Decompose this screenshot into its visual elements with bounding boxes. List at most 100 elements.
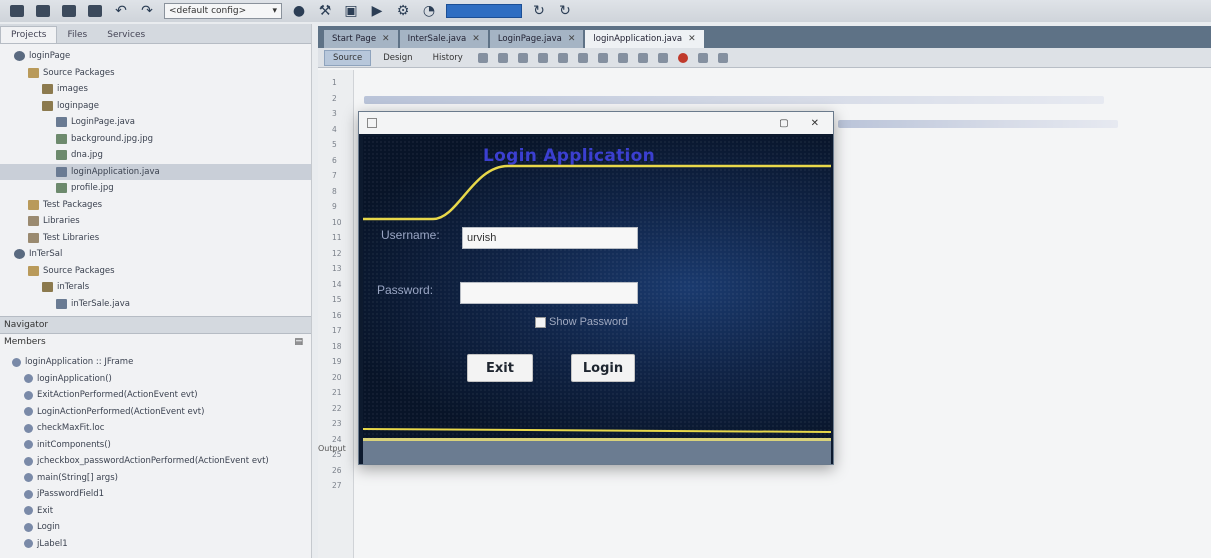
tab-projects[interactable]: Projects <box>0 26 58 43</box>
bookmark-icon[interactable] <box>597 52 608 63</box>
method-icon <box>24 440 33 450</box>
find-next-icon[interactable] <box>557 52 568 63</box>
source-subtab[interactable]: Source <box>324 49 372 66</box>
profile-icon[interactable]: ◔ <box>420 3 438 19</box>
chevron-down-icon: ▾ <box>272 6 277 16</box>
navigator-member[interactable]: jLabel1 <box>0 536 311 553</box>
tree-item[interactable]: loginpage <box>0 98 311 115</box>
close-tab-icon[interactable]: ✕ <box>472 34 480 44</box>
tree-item[interactable]: background.jpg.jpg <box>0 131 311 148</box>
output-label[interactable]: Output <box>318 444 346 453</box>
tree-item[interactable]: Libraries <box>0 213 311 230</box>
back-icon[interactable] <box>477 52 488 63</box>
shift-left-icon[interactable] <box>617 52 628 63</box>
editor-tab[interactable]: loginApplication.java ✕ <box>585 30 704 48</box>
debug-icon[interactable]: ⚙ <box>394 3 412 19</box>
navigator-member[interactable]: jcheckbox_passwordActionPerformed(Action… <box>0 453 311 470</box>
history-subtab[interactable]: History <box>425 51 471 65</box>
navigator-member[interactable]: loginApplication :: JFrame <box>0 354 311 371</box>
uncomment-icon[interactable] <box>717 52 728 63</box>
tree-item[interactable]: inTerSale.java <box>0 296 311 313</box>
find-previous-icon[interactable] <box>537 52 548 63</box>
config-select[interactable]: <default config> ▾ <box>164 3 282 19</box>
tree-item[interactable]: Source Packages <box>0 263 311 280</box>
tree-item[interactable]: LoginPage.java <box>0 114 311 131</box>
navigator-member[interactable]: checkMaxFit.loc <box>0 420 311 437</box>
editor-tab[interactable]: Start Page ✕ <box>324 30 398 48</box>
member-label: jPasswordField1 <box>37 489 105 500</box>
tree-item-label: LoginPage.java <box>71 117 136 128</box>
undo-icon[interactable]: ↶ <box>112 3 130 19</box>
find-icon[interactable] <box>517 52 528 63</box>
save-all-icon[interactable] <box>60 3 78 19</box>
tree-item[interactable]: dna.jpg <box>0 147 311 164</box>
tree-item-label: background.jpg.jpg <box>71 133 153 144</box>
tree-item[interactable]: Source Packages <box>0 65 311 82</box>
run-icon[interactable]: ▶ <box>368 3 386 19</box>
tree-item[interactable]: InTerSal <box>0 246 311 263</box>
projects-panel: Projects Files Services loginPage Source … <box>0 24 312 558</box>
filter-icon[interactable]: ▤ <box>294 337 303 347</box>
stop-macro-icon[interactable] <box>697 52 708 63</box>
navigator-member[interactable]: jPasswordField1 <box>0 486 311 503</box>
reload-icon[interactable]: ↻ <box>556 3 574 19</box>
line-number: 12 <box>332 248 342 258</box>
close-tab-icon[interactable]: ✕ <box>688 34 696 44</box>
tree-item-label: profile.jpg <box>71 183 114 194</box>
package-icon <box>42 84 53 95</box>
close-tab-icon[interactable]: ✕ <box>382 34 390 44</box>
shift-right-icon[interactable] <box>637 52 648 63</box>
navigator-member[interactable]: ExitActionPerformed(ActionEvent evt) <box>0 387 311 404</box>
test-icon[interactable]: ▣ <box>342 3 360 19</box>
dialog-footer-bar <box>363 438 831 464</box>
tree-item[interactable]: loginPage <box>0 48 311 65</box>
tree-item[interactable]: Test Libraries <box>0 230 311 247</box>
navigator-member[interactable]: Login <box>0 519 311 536</box>
dialog-titlebar[interactable]: ▢ ✕ <box>359 112 833 134</box>
method-icon <box>12 357 21 367</box>
forward-icon[interactable] <box>497 52 508 63</box>
java-cup-icon <box>367 118 377 128</box>
clean-build-icon[interactable]: ● <box>290 3 308 19</box>
close-tab-icon[interactable]: ✕ <box>568 34 576 44</box>
navigator-member[interactable]: Exit <box>0 503 311 520</box>
tree-item[interactable]: profile.jpg <box>0 180 311 197</box>
build-icon[interactable]: ⚒ <box>316 3 334 19</box>
navigator-member[interactable]: initComponents() <box>0 437 311 454</box>
package-icon <box>28 265 39 276</box>
line-number: 3 <box>332 109 337 118</box>
refresh-icon[interactable]: ↻ <box>530 3 548 19</box>
new-file-icon[interactable] <box>8 3 26 19</box>
navigator-member[interactable]: loginApplication() <box>0 371 311 388</box>
search-box[interactable] <box>446 4 522 18</box>
maximize-icon[interactable]: ▢ <box>779 118 788 129</box>
navigator-member[interactable]: LoginActionPerformed(ActionEvent evt) <box>0 404 311 421</box>
tab-files[interactable]: Files <box>57 27 97 43</box>
tree-item[interactable]: Test Packages <box>0 197 311 214</box>
tab-services[interactable]: Services <box>97 27 155 43</box>
new-project-icon[interactable] <box>86 3 104 19</box>
toggle-highlight-icon[interactable] <box>577 52 588 63</box>
tree-item[interactable]: loginApplication.java <box>0 163 311 180</box>
line-number: 23 <box>332 419 342 428</box>
record-macro-icon[interactable] <box>677 52 688 63</box>
method-icon <box>24 489 33 499</box>
close-icon[interactable]: ✕ <box>811 118 819 129</box>
editor-subtoolbar: Source Design History <box>318 48 1211 68</box>
editor-tab[interactable]: LoginPage.java ✕ <box>489 30 584 48</box>
project-icon <box>14 51 25 62</box>
editor-tab-label: Start Page <box>332 34 377 44</box>
design-subtab[interactable]: Design <box>375 51 420 65</box>
navigator-member[interactable]: main(String[] args) <box>0 470 311 487</box>
comment-icon[interactable] <box>657 52 668 63</box>
redo-icon[interactable]: ↷ <box>138 3 156 19</box>
project-tree: loginPage Source Packages images loginpage L… <box>0 44 311 312</box>
tree-item-label: Test Libraries <box>43 232 100 243</box>
member-label: main(String[] args) <box>37 472 118 483</box>
editor-tab[interactable]: InterSale.java ✕ <box>399 30 488 48</box>
window-controls: ▢ ✕ <box>779 118 819 129</box>
open-project-icon[interactable] <box>34 3 52 19</box>
tree-item[interactable]: images <box>0 81 311 98</box>
member-label: loginApplication() <box>37 373 112 384</box>
tree-item[interactable]: inTerals <box>0 279 311 296</box>
